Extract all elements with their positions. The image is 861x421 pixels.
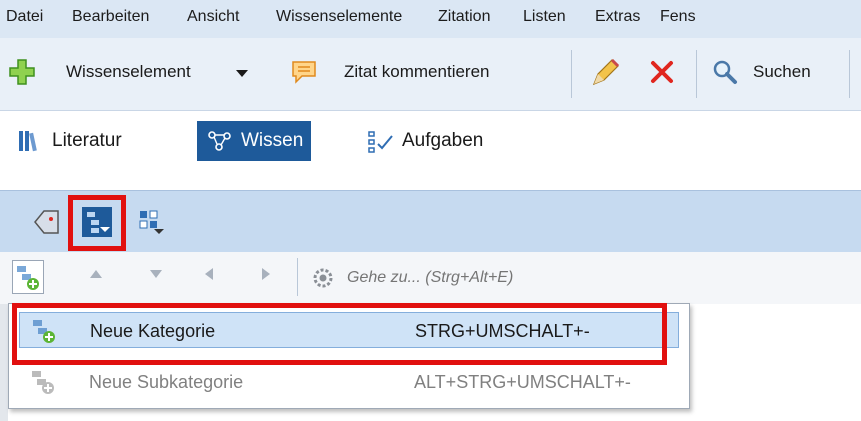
tab-literatur[interactable]: Literatur <box>8 121 130 161</box>
subcategory-add-icon <box>29 368 57 396</box>
category-add-icon[interactable] <box>12 260 44 294</box>
menu-item-label: Neue Subkategorie <box>89 372 244 392</box>
view-options-icon[interactable] <box>136 207 166 237</box>
panel-toolbar <box>0 190 861 253</box>
arrow-up-icon[interactable] <box>90 270 102 278</box>
search-icon[interactable] <box>711 58 739 86</box>
menu-fenster[interactable]: Fens <box>660 8 696 26</box>
library-icon <box>16 127 44 155</box>
comment-icon[interactable] <box>290 58 318 86</box>
tab-aufgaben-label: Aufgaben <box>402 130 484 151</box>
highlight-box <box>12 303 667 365</box>
knowledge-graph-icon <box>205 127 233 155</box>
menu-extras[interactable]: Extras <box>595 8 640 26</box>
delete-icon[interactable] <box>648 58 676 86</box>
tab-aufgaben[interactable]: Aufgaben <box>358 121 491 161</box>
navigation-tabs: Literatur Wissen Aufgaben <box>0 111 861 181</box>
tag-back-icon[interactable] <box>32 207 62 237</box>
arrow-left-icon[interactable] <box>205 268 213 280</box>
goto-separator <box>297 258 298 296</box>
tasks-icon <box>366 127 394 155</box>
toolbar: Wissenselement Zitat kommentieren Suchen <box>0 38 861 111</box>
goto-bar <box>0 252 861 305</box>
menu-listen[interactable]: Listen <box>523 8 566 26</box>
menu-ansicht[interactable]: Ansicht <box>187 8 239 26</box>
menu-bearbeiten[interactable]: Bearbeiten <box>72 8 149 26</box>
tab-wissen[interactable]: Wissen <box>197 121 312 161</box>
tab-wissen-label: Wissen <box>241 130 304 151</box>
toolbar-separator <box>571 50 572 98</box>
tab-literatur-label: Literatur <box>52 130 122 151</box>
arrow-right-icon[interactable] <box>262 268 270 280</box>
toolbar-separator <box>849 50 850 98</box>
arrow-down-icon[interactable] <box>150 270 162 278</box>
menu-bar: Datei Bearbeiten Ansicht Wissenselemente… <box>0 0 861 38</box>
toolbar-separator <box>696 50 697 98</box>
goto-input[interactable] <box>345 262 854 294</box>
highlight-box <box>68 195 126 251</box>
menu-zitation[interactable]: Zitation <box>438 8 490 26</box>
add-element-icon[interactable] <box>8 58 36 86</box>
chevron-down-icon[interactable] <box>236 70 248 77</box>
gear-icon[interactable] <box>311 266 335 290</box>
menu-item-neue-subkategorie[interactable]: Neue Subkategorie ALT+STRG+UMSCHALT+- <box>19 364 679 400</box>
zitat-kommentieren-button[interactable]: Zitat kommentieren <box>344 62 490 82</box>
wissenselement-button[interactable]: Wissenselement <box>66 62 191 82</box>
pencil-icon[interactable] <box>590 58 620 88</box>
menu-item-shortcut: ALT+STRG+UMSCHALT+- <box>414 372 631 392</box>
menu-wissenselemente[interactable]: Wissenselemente <box>276 8 402 26</box>
menu-datei[interactable]: Datei <box>6 8 43 26</box>
search-button[interactable]: Suchen <box>753 62 811 82</box>
left-edge <box>0 304 8 421</box>
